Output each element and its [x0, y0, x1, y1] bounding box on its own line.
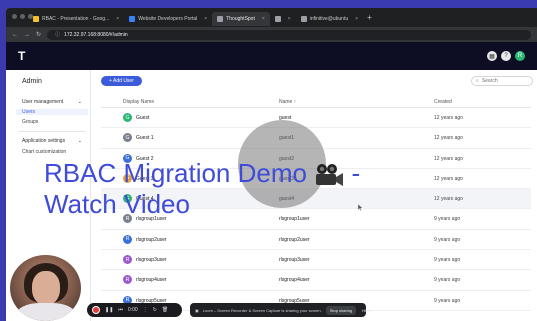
share-message: Loom – Screen Recorder & Screen Capture …	[202, 307, 322, 313]
avatar: R	[123, 255, 132, 265]
close-icon[interactable]: ×	[262, 16, 265, 22]
created-cell: 12 years ago	[434, 135, 463, 142]
thoughtspot-logo[interactable]: T	[18, 50, 31, 62]
tab-presentation[interactable]: RBAC - Presentation - Goog... ×	[28, 12, 124, 26]
table-row[interactable]: Rrlsgroup4user rlsgroup4user 9 years ago	[101, 270, 531, 291]
display-name-cell: rlsgroup4user	[136, 277, 167, 284]
created-cell: 9 years ago	[434, 236, 461, 243]
stop-recording-button[interactable]	[92, 306, 100, 314]
name-cell: rlsgroup2user	[279, 236, 310, 243]
column-display-name[interactable]: Display Name	[123, 99, 154, 105]
tab-developers-portal[interactable]: Website Developers Portal ×	[124, 12, 212, 26]
back-icon[interactable]: ←	[12, 32, 18, 38]
share-icon: ▣	[195, 307, 199, 313]
avatar: G	[123, 133, 132, 143]
sidebar-item-users[interactable]: Users	[16, 109, 88, 115]
window-controls[interactable]	[12, 14, 33, 19]
blank-icon	[274, 16, 281, 22]
trash-icon[interactable]: 🗑	[162, 307, 168, 313]
display-name-cell: rlsgroup2user	[136, 236, 167, 243]
avatar: G	[123, 113, 132, 122]
rewind-icon[interactable]: ⏮	[118, 307, 123, 313]
display-name-cell: rlsgroup3user	[136, 257, 167, 264]
name-cell: rlsgroup4user	[279, 277, 310, 284]
recording-time: 0:00	[127, 307, 138, 313]
address-bar: ← → ↻ ⓘ 172.32.97.168:8080/#/admin	[6, 27, 537, 42]
restart-icon[interactable]: ↻	[153, 307, 157, 313]
avatar: R	[123, 275, 132, 285]
created-cell: 12 years ago	[434, 115, 463, 121]
screen-share-bar: ▣ Loom – Screen Recorder & Screen Captur…	[190, 303, 370, 317]
forward-icon[interactable]: →	[24, 32, 30, 38]
created-cell: 12 years ago	[434, 196, 463, 203]
close-icon[interactable]: ×	[288, 16, 291, 22]
chevron-down-icon: ⌄	[77, 99, 82, 105]
avatar: R	[123, 234, 132, 244]
search-icon: ⌕	[476, 78, 479, 84]
table-row[interactable]: Rrlsgroup3user rlsgroup3user 9 years ago	[101, 250, 531, 271]
stop-sharing-button[interactable]: Stop sharing	[325, 305, 357, 315]
sidebar-title: Admin	[22, 78, 42, 85]
help-icon[interactable]: ?	[501, 51, 511, 61]
created-cell: 9 years ago	[434, 216, 461, 223]
sidebar-section-application-settings[interactable]: Application settings ⌄	[22, 138, 82, 144]
close-icon[interactable]: ×	[116, 16, 119, 22]
table-header: Display Name Name ↑ Created	[101, 96, 531, 108]
sidebar-section-user-management[interactable]: User management ⌄	[22, 99, 82, 105]
tab-terminal[interactable]: infinitive@ubuntu ×	[296, 12, 363, 26]
sidebar-divider	[18, 131, 86, 132]
pause-icon[interactable]: ❚❚	[105, 307, 113, 313]
column-name[interactable]: Name ↑	[279, 99, 296, 105]
movie-camera-icon	[316, 164, 344, 187]
more-icon[interactable]: ⋮	[143, 307, 148, 313]
search-box[interactable]: ⌕	[471, 76, 533, 86]
app-header: T ▦ ? R	[6, 42, 537, 70]
webcam-bubble[interactable]	[10, 255, 81, 321]
video-frame: RBAC - Presentation - Goog... × Website D…	[0, 0, 537, 321]
sidebar-item-groups[interactable]: Groups	[22, 119, 38, 125]
name-cell: rlsgroup3user	[279, 257, 310, 264]
created-cell: 9 years ago	[434, 277, 461, 284]
reload-icon[interactable]: ↻	[36, 31, 41, 38]
portal-icon	[129, 16, 136, 22]
add-user-button[interactable]: + Add User	[101, 76, 142, 86]
created-cell: 12 years ago	[434, 175, 463, 182]
tab-blank[interactable]: ×	[270, 12, 296, 26]
table-row[interactable]: G Guest guest 12 years ago	[101, 108, 531, 129]
recorder-controls: ❚❚ ⏮ 0:00 ⋮ ↻ 🗑	[87, 303, 182, 317]
browser-tab-strip: RBAC - Presentation - Goog... × Website D…	[6, 8, 537, 27]
tab-thoughtspot[interactable]: ThoughtSpot ×	[212, 12, 270, 26]
video-caption: RBAC Migration Demo - Watch Video	[44, 158, 361, 219]
search-input[interactable]	[481, 78, 526, 84]
hide-button[interactable]: Hide	[360, 306, 372, 315]
sidebar-item-chart-customization[interactable]: Chart customization	[22, 149, 66, 155]
thoughtspot-icon	[217, 16, 224, 22]
created-cell: 12 years ago	[434, 155, 463, 162]
grid-icon[interactable]: ▦	[487, 51, 497, 61]
new-tab-icon[interactable]: +	[367, 13, 372, 22]
column-created[interactable]: Created	[434, 99, 452, 105]
chevron-down-icon: ⌄	[77, 138, 82, 144]
close-icon[interactable]: ×	[204, 16, 207, 22]
display-name-cell: Guest	[136, 115, 150, 121]
slides-icon	[33, 16, 39, 22]
url-field[interactable]: ⓘ 172.32.97.168:8080/#/admin	[47, 29, 531, 40]
table-row[interactable]: Rrlsgroup2user rlsgroup2user 9 years ago	[101, 230, 531, 251]
info-icon: ⓘ	[55, 32, 61, 38]
close-icon[interactable]: ×	[355, 16, 358, 22]
terminal-icon	[300, 16, 307, 22]
avatar[interactable]: R	[515, 51, 525, 61]
display-name-cell: Guest 1	[136, 135, 154, 142]
created-cell: 9 years ago	[434, 257, 461, 264]
created-cell: 9 years ago	[434, 297, 461, 304]
